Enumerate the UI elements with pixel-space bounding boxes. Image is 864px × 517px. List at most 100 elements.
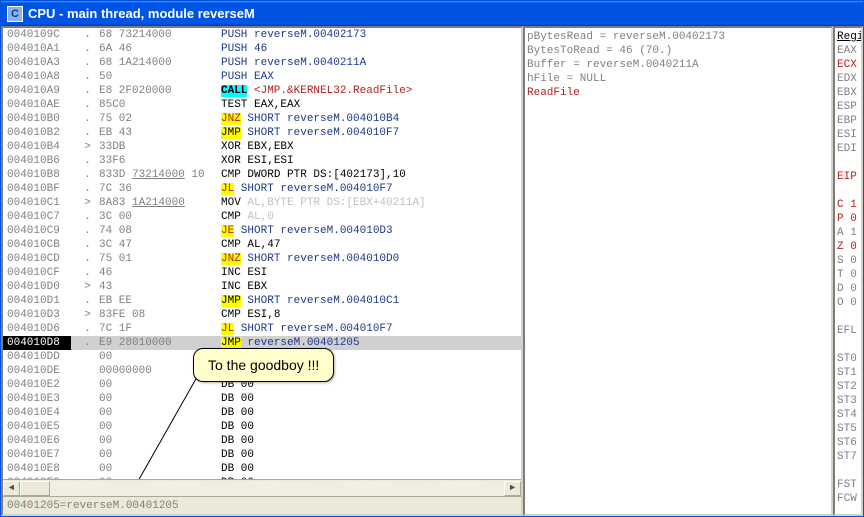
disasm-row[interactable]: 004010C1 >8A83 1A214000MOV AL,BYTE PTR D… — [3, 196, 521, 210]
register-line[interactable]: EFL — [837, 324, 859, 338]
disasm-listing[interactable]: 0040109C .68 73214000PUSH reverseM.00402… — [3, 28, 521, 479]
register-line[interactable] — [837, 156, 859, 170]
register-line[interactable]: C 1 — [837, 198, 859, 212]
disasm-row[interactable]: 004010D0 >43INC EBX — [3, 280, 521, 294]
register-line[interactable] — [837, 184, 859, 198]
register-line[interactable]: ST6 — [837, 436, 859, 450]
disasm-row[interactable]: 004010E3 00DB 00 — [3, 392, 521, 406]
app-icon: C — [7, 6, 23, 22]
instruction: CMP ESI,8 — [221, 308, 521, 322]
register-line[interactable] — [837, 310, 859, 324]
register-line[interactable]: ESP — [837, 100, 859, 114]
h-scrollbar[interactable]: ◄ ► — [3, 479, 521, 496]
disasm-row[interactable]: 004010B8 .833D 73214000 10CMP DWORD PTR … — [3, 168, 521, 182]
instruction: DB 00 — [221, 434, 521, 448]
instruction: DB 00 — [221, 420, 521, 434]
register-line[interactable]: ST5 — [837, 422, 859, 436]
disasm-row[interactable]: 004010E7 00DB 00 — [3, 448, 521, 462]
branch-mark: . — [71, 126, 99, 140]
disasm-row[interactable]: 004010AE .85C0TEST EAX,EAX — [3, 98, 521, 112]
disasm-row[interactable]: 004010CB .3C 47CMP AL,47 — [3, 238, 521, 252]
disasm-row[interactable]: 004010BF .7C 36JL SHORT reverseM.004010F… — [3, 182, 521, 196]
hex-bytes: 33DB — [99, 140, 221, 154]
disasm-row[interactable]: 004010A8 .50PUSH EAX — [3, 70, 521, 84]
disasm-row[interactable]: 004010E8 00DB 00 — [3, 462, 521, 476]
address: 004010A3 — [3, 56, 71, 70]
hex-bytes: 46 — [99, 266, 221, 280]
disasm-row[interactable]: 004010E5 00DB 00 — [3, 420, 521, 434]
address: 004010BF — [3, 182, 71, 196]
address: 004010B6 — [3, 154, 71, 168]
scroll-thumb[interactable] — [20, 481, 50, 496]
disasm-row[interactable]: 004010CF .46INC ESI — [3, 266, 521, 280]
register-line[interactable] — [837, 464, 859, 478]
register-line[interactable]: EAX — [837, 44, 859, 58]
disasm-row[interactable]: 004010E6 00DB 00 — [3, 434, 521, 448]
branch-mark — [71, 434, 99, 448]
scroll-left-button[interactable]: ◄ — [3, 481, 20, 496]
register-line[interactable]: ST1 — [837, 366, 859, 380]
disasm-row[interactable]: 004010CD .75 01JNZ SHORT reverseM.004010… — [3, 252, 521, 266]
register-line[interactable]: S 0 — [837, 254, 859, 268]
instruction: JL SHORT reverseM.004010F7 — [221, 182, 521, 196]
register-line[interactable]: ECX — [837, 58, 859, 72]
register-line[interactable]: EDI — [837, 142, 859, 156]
address: 004010CF — [3, 266, 71, 280]
scroll-track[interactable] — [20, 481, 504, 496]
register-line[interactable]: ST4 — [837, 408, 859, 422]
register-line[interactable]: A 1 — [837, 226, 859, 240]
register-line[interactable] — [837, 338, 859, 352]
register-line[interactable]: ESI — [837, 128, 859, 142]
register-line[interactable]: ST0 — [837, 352, 859, 366]
disasm-row[interactable]: 004010A3 .68 1A214000PUSH reverseM.00402… — [3, 56, 521, 70]
address: 004010D3 — [3, 308, 71, 322]
disasm-row[interactable]: 004010A9 .E8 2F020000CALL <JMP.&KERNEL32… — [3, 84, 521, 98]
register-line[interactable]: FCW — [837, 492, 859, 506]
disasm-row[interactable]: 004010B0 .75 02JNZ SHORT reverseM.004010… — [3, 112, 521, 126]
register-line[interactable]: P 0 — [837, 212, 859, 226]
register-line[interactable]: FST — [837, 478, 859, 492]
scroll-right-button[interactable]: ► — [504, 481, 521, 496]
statusbar: 00401205=reverseM.00401205 — [3, 496, 521, 514]
disasm-row[interactable]: 004010A1 .6A 46PUSH 46 — [3, 42, 521, 56]
disasm-row[interactable]: 004010D3 >83FE 08CMP ESI,8 — [3, 308, 521, 322]
disasm-row[interactable]: 004010C9 .74 08JE SHORT reverseM.004010D… — [3, 224, 521, 238]
disasm-row[interactable]: 0040109C .68 73214000PUSH reverseM.00402… — [3, 28, 521, 42]
registers-pane[interactable]: Regi EAXECXEDXEBXESPEBPESIEDIEIPC 1P 0A … — [833, 26, 863, 516]
disasm-row[interactable]: 004010B2 .EB 43JMP SHORT reverseM.004010… — [3, 126, 521, 140]
hex-bytes: 7C 1F — [99, 322, 221, 336]
disasm-row[interactable]: 004010B6 .33F6XOR ESI,ESI — [3, 154, 521, 168]
branch-mark: . — [71, 238, 99, 252]
register-line[interactable]: ST3 — [837, 394, 859, 408]
address: 0040109C — [3, 28, 71, 42]
hex-bytes: 7C 36 — [99, 182, 221, 196]
branch-mark: . — [71, 210, 99, 224]
register-line[interactable]: EIP — [837, 170, 859, 184]
info-pane[interactable]: pBytesRead = reverseM.00402173BytesToRea… — [523, 26, 833, 516]
branch-mark: . — [71, 154, 99, 168]
instruction: PUSH reverseM.00402173 — [221, 28, 521, 42]
register-line[interactable]: ST2 — [837, 380, 859, 394]
disasm-row[interactable]: 004010D6 .7C 1FJL SHORT reverseM.004010F… — [3, 322, 521, 336]
hex-bytes: 3C 47 — [99, 238, 221, 252]
titlebar[interactable]: C CPU - main thread, module reverseM — [1, 1, 863, 26]
instruction: JL SHORT reverseM.004010F7 — [221, 322, 521, 336]
register-line[interactable]: T 0 — [837, 268, 859, 282]
hex-bytes: 00 — [99, 462, 221, 476]
branch-mark: . — [71, 252, 99, 266]
address: 004010E6 — [3, 434, 71, 448]
hex-bytes: 50 — [99, 70, 221, 84]
register-line[interactable]: EBP — [837, 114, 859, 128]
register-line[interactable]: Z 0 — [837, 240, 859, 254]
disasm-row[interactable]: 004010D1 .EB EEJMP SHORT reverseM.004010… — [3, 294, 521, 308]
register-line[interactable]: D 0 — [837, 282, 859, 296]
register-line[interactable]: EBX — [837, 86, 859, 100]
branch-mark — [71, 462, 99, 476]
register-line[interactable]: O 0 — [837, 296, 859, 310]
disasm-row[interactable]: 004010C7 .3C 00CMP AL,0 — [3, 210, 521, 224]
register-line[interactable]: ST7 — [837, 450, 859, 464]
disasm-row[interactable]: 004010B4 >33DBXOR EBX,EBX — [3, 140, 521, 154]
register-line[interactable]: EDX — [837, 72, 859, 86]
debugger-window: C CPU - main thread, module reverseM 004… — [0, 0, 864, 517]
disasm-row[interactable]: 004010E4 00DB 00 — [3, 406, 521, 420]
